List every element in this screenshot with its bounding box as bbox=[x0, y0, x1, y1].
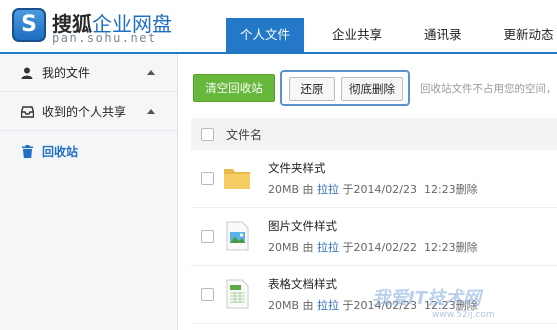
row-checkbox[interactable] bbox=[201, 288, 214, 301]
main-nav: 个人文件 企业共享 通讯录 更新动态 bbox=[226, 18, 557, 52]
sidebar-item-label: 收到的个人共享 bbox=[42, 105, 127, 119]
select-all-checkbox[interactable] bbox=[201, 127, 214, 141]
logo-domain: pan.sohu.net bbox=[52, 31, 157, 45]
sidebar-item-recycle-bin[interactable]: 回收站 bbox=[0, 132, 177, 170]
watermark-url: www.52ij.com bbox=[432, 310, 495, 320]
sidebar-item-my-files[interactable]: 我的文件 bbox=[0, 54, 177, 92]
file-name[interactable]: 图片文件样式 bbox=[268, 218, 337, 234]
file-name[interactable]: 表格文档样式 bbox=[268, 276, 337, 292]
recycle-bin-hint: 回收站文件不占用您的空间， bbox=[420, 83, 557, 95]
sidebar-item-label: 回收站 bbox=[42, 144, 79, 159]
clear-recycle-bin-button[interactable]: 清空回收站 bbox=[193, 74, 275, 102]
logo-badge-icon: S bbox=[12, 8, 46, 42]
folder-icon bbox=[223, 163, 251, 193]
tab-enterprise-share[interactable]: 企业共享 bbox=[318, 18, 396, 52]
table-row[interactable]: 图片文件样式 20MB 由 拉拉 于2014/02/22 12:23删除 bbox=[191, 208, 557, 266]
restore-button[interactable]: 还原 bbox=[289, 77, 335, 101]
tab-contacts[interactable]: 通讯录 bbox=[410, 18, 476, 52]
app-header: S 搜狐企业网盘 pan.sohu.net 个人文件 企业共享 通讯录 更新动态 bbox=[0, 0, 557, 52]
file-meta: 20MB 由 拉拉 于2014/02/23 12:23删除 bbox=[268, 183, 478, 196]
spreadsheet-file-icon bbox=[223, 279, 251, 309]
row-checkbox[interactable] bbox=[201, 172, 214, 185]
sidebar-item-received-shares[interactable]: 收到的个人共享 bbox=[0, 93, 177, 131]
main-panel: 清空回收站 还原 彻底删除 回收站文件不占用您的空间， 文件名 文件夹样式 20… bbox=[179, 54, 557, 330]
action-button-group: 还原 彻底删除 bbox=[280, 70, 410, 106]
table-row[interactable]: 文件夹样式 20MB 由 拉拉 于2014/02/23 12:23删除 bbox=[191, 150, 557, 208]
tab-updates[interactable]: 更新动态 bbox=[490, 18, 557, 52]
sidebar: 我的文件 收到的个人共享 回收站 bbox=[0, 54, 178, 330]
inbox-icon bbox=[20, 105, 34, 119]
watermark-text: 我爱IT技术网 bbox=[372, 288, 481, 309]
permanent-delete-button[interactable]: 彻底删除 bbox=[341, 77, 403, 101]
collapse-caret-icon[interactable] bbox=[147, 109, 155, 114]
row-checkbox[interactable] bbox=[201, 230, 214, 243]
sohu-logo[interactable]: S 搜狐企业网盘 pan.sohu.net bbox=[12, 8, 172, 48]
trash-icon bbox=[20, 144, 34, 158]
image-file-icon bbox=[223, 221, 251, 251]
collapse-caret-icon[interactable] bbox=[147, 70, 155, 75]
tab-personal-files[interactable]: 个人文件 bbox=[226, 18, 305, 52]
user-icon bbox=[20, 66, 34, 80]
sidebar-item-label: 我的文件 bbox=[42, 66, 91, 80]
table-header: 文件名 bbox=[191, 118, 557, 150]
file-meta: 20MB 由 拉拉 于2014/02/22 12:23删除 bbox=[268, 241, 478, 254]
file-name[interactable]: 文件夹样式 bbox=[268, 160, 326, 176]
column-filename: 文件名 bbox=[226, 127, 263, 142]
